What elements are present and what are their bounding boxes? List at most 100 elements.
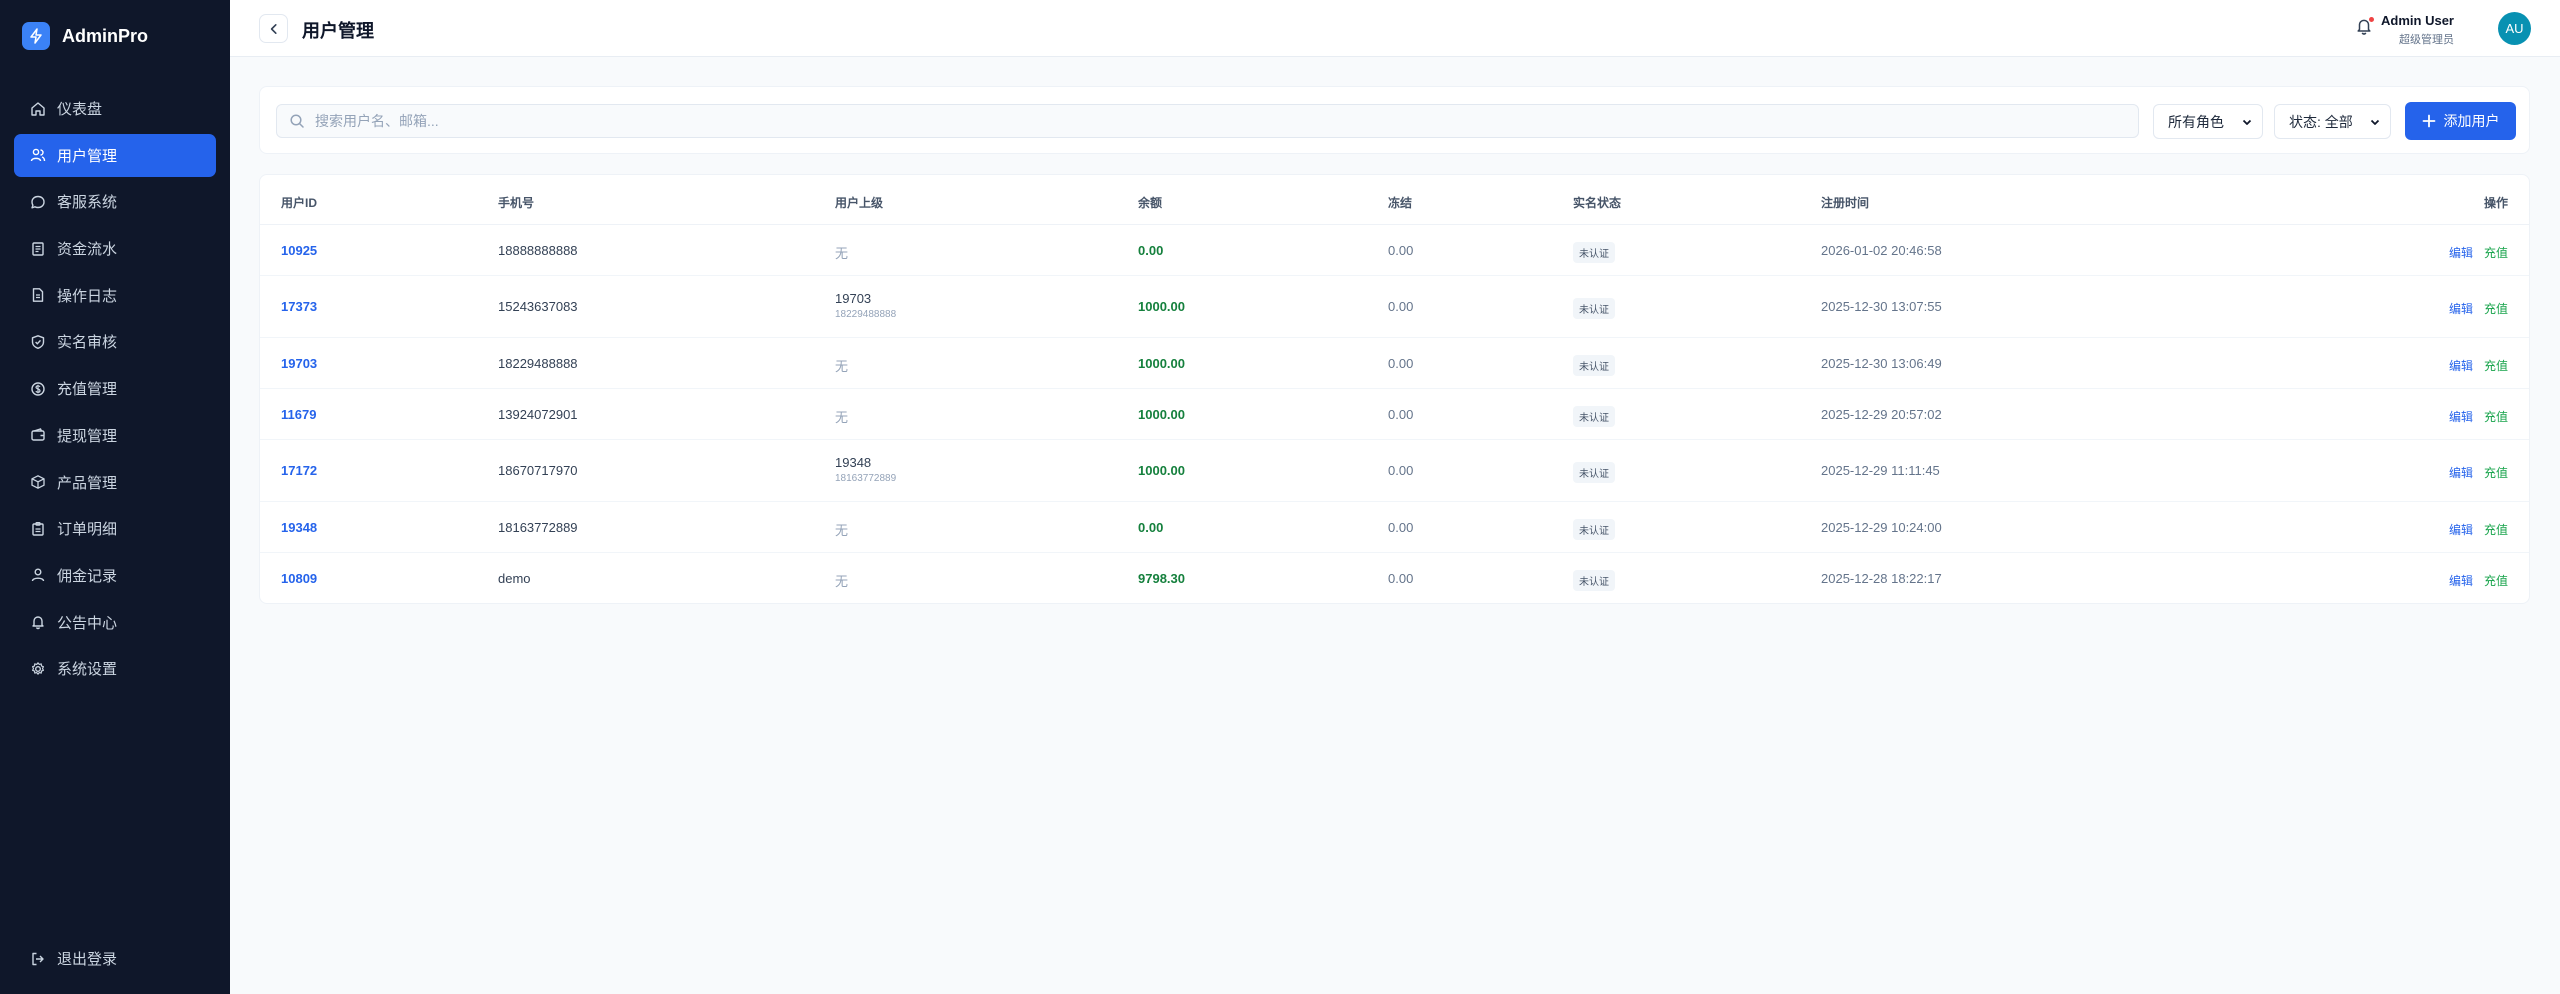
sidebar-item-orders[interactable]: 订单明细 (14, 507, 216, 550)
sidebar-item-operation-log[interactable]: 操作日志 (14, 274, 216, 317)
status-badge: 未认证 (1573, 570, 1615, 591)
cell-user-id[interactable]: 10809 (281, 571, 317, 586)
user-icon (31, 568, 45, 582)
notifications-button[interactable] (2355, 17, 2374, 41)
recharge-button[interactable]: 充值 (2484, 244, 2508, 261)
cell-phone: demo (498, 571, 531, 586)
cell-balance: 0.00 (1138, 520, 1164, 535)
plus-icon (2422, 114, 2435, 128)
file-icon (32, 288, 44, 303)
home-icon (31, 101, 45, 116)
cell-frozen: 0.00 (1388, 356, 1414, 371)
logout-button[interactable]: 退出登录 (14, 937, 216, 980)
cell-user-id[interactable]: 19703 (281, 356, 317, 371)
sidebar-item-fund-flow[interactable]: 资金流水 (14, 227, 216, 270)
cell-phone: 18229488888 (498, 356, 578, 371)
superior-id[interactable]: 19348 (835, 455, 896, 470)
cell-user-id[interactable]: 19348 (281, 520, 317, 535)
sidebar-item-customer-service[interactable]: 客服系统 (14, 180, 216, 223)
wallet-icon (31, 428, 45, 442)
sidebar-item-kyc-review[interactable]: 实名审核 (14, 320, 216, 363)
table-header: 用户ID 手机号 用户上级 余额 冻结 实名状态 注册时间 操作 (260, 175, 2529, 225)
box-icon (31, 475, 45, 489)
role-select-value: 所有角色 (2168, 113, 2224, 130)
column-header-actions: 操作 (2483, 196, 2508, 210)
status-select[interactable]: 状态: 全部 (2274, 104, 2391, 139)
search-icon (290, 114, 304, 128)
sidebar-item-label: 佣金记录 (57, 567, 118, 585)
user-info[interactable]: Admin User 超级管理员 (2381, 13, 2454, 47)
top-header: 用户管理 Admin User 超级管理员 AU (230, 0, 2560, 57)
edit-button[interactable]: 编辑 (2449, 464, 2473, 481)
sidebar-item-label: 资金流水 (57, 241, 118, 259)
sidebar-item-commission[interactable]: 佣金记录 (14, 554, 216, 597)
cell-balance: 1000.00 (1138, 463, 1185, 478)
add-user-button[interactable]: 添加用户 (2405, 102, 2516, 140)
recharge-button[interactable]: 充值 (2484, 357, 2508, 374)
recharge-button[interactable]: 充值 (2484, 521, 2508, 538)
bell-icon (32, 616, 44, 630)
shield-icon (31, 335, 45, 349)
cell-registered: 2025-12-29 10:24:00 (1821, 520, 1942, 535)
recharge-button[interactable]: 充值 (2484, 464, 2508, 481)
cell-user-id[interactable]: 11679 (281, 407, 316, 422)
sidebar-item-label: 订单明细 (57, 521, 118, 539)
chat-icon (31, 195, 45, 209)
sidebar-item-products[interactable]: 产品管理 (14, 461, 216, 504)
brand-logo-icon (22, 22, 50, 50)
sidebar-item-label: 用户管理 (57, 147, 118, 165)
column-header-superior: 用户上级 (835, 196, 884, 210)
sidebar-item-users[interactable]: 用户管理 (14, 133, 216, 177)
cell-phone: 13924072901 (498, 407, 578, 422)
cell-registered: 2026-01-02 20:46:58 (1821, 243, 1942, 258)
search-box[interactable] (276, 104, 2139, 138)
status-badge: 未认证 (1573, 298, 1615, 319)
brand-name: AdminPro (62, 25, 149, 46)
edit-button[interactable]: 编辑 (2449, 357, 2473, 374)
edit-button[interactable]: 编辑 (2449, 244, 2473, 261)
table-row: 19703 18229488888 无 1000.00 0.00 未认证 202… (260, 338, 2529, 389)
avatar[interactable]: AU (2498, 12, 2531, 45)
edit-button[interactable]: 编辑 (2449, 572, 2473, 589)
table-row: 10809 demo 无 9798.30 0.00 未认证 2025-12-28… (260, 553, 2529, 604)
cell-phone: 18163772889 (498, 520, 578, 535)
sidebar-item-withdraw[interactable]: 提现管理 (14, 414, 216, 457)
search-input[interactable] (315, 113, 2115, 129)
brand[interactable]: AdminPro (22, 22, 148, 50)
superior-id[interactable]: 19703 (835, 291, 896, 306)
cell-superior-none: 无 (835, 246, 849, 261)
user-role: 超级管理员 (2399, 34, 2454, 46)
edit-button[interactable]: 编辑 (2449, 300, 2473, 317)
recharge-button[interactable]: 充值 (2484, 408, 2508, 425)
cell-superior: 19703 18229488888 (835, 291, 896, 320)
cell-user-id[interactable]: 10925 (281, 243, 317, 258)
status-badge: 未认证 (1573, 355, 1615, 376)
coin-icon (31, 381, 45, 396)
cell-registered: 2025-12-29 11:11:45 (1821, 463, 1940, 478)
column-header-kyc-status: 实名状态 (1573, 196, 1622, 210)
recharge-button[interactable]: 充值 (2484, 572, 2508, 589)
sidebar-item-settings[interactable]: 系统设置 (14, 647, 216, 690)
sidebar-item-recharge[interactable]: 充值管理 (14, 367, 216, 410)
edit-button[interactable]: 编辑 (2449, 521, 2473, 538)
role-select[interactable]: 所有角色 (2153, 104, 2263, 139)
back-button[interactable] (259, 14, 288, 43)
user-name: Admin User (2381, 13, 2454, 28)
superior-phone: 18163772889 (835, 473, 897, 484)
gear-icon (32, 661, 44, 675)
logout-icon (32, 952, 44, 965)
edit-button[interactable]: 编辑 (2449, 408, 2473, 425)
table-row: 11679 13924072901 无 1000.00 0.00 未认证 202… (260, 389, 2529, 440)
column-header-frozen: 冻结 (1388, 196, 1413, 210)
clipboard-icon (32, 521, 44, 536)
cell-balance: 9798.30 (1138, 571, 1185, 586)
sidebar-item-dashboard[interactable]: 仪表盘 (14, 87, 216, 130)
cell-frozen: 0.00 (1388, 463, 1414, 478)
sidebar-item-label: 实名审核 (57, 334, 118, 352)
cell-superior-none: 无 (835, 410, 849, 425)
sidebar-item-announcements[interactable]: 公告中心 (14, 601, 216, 644)
cell-balance: 1000.00 (1138, 407, 1185, 422)
cell-user-id[interactable]: 17172 (281, 463, 317, 478)
recharge-button[interactable]: 充值 (2484, 300, 2508, 317)
cell-user-id[interactable]: 17373 (281, 299, 317, 314)
